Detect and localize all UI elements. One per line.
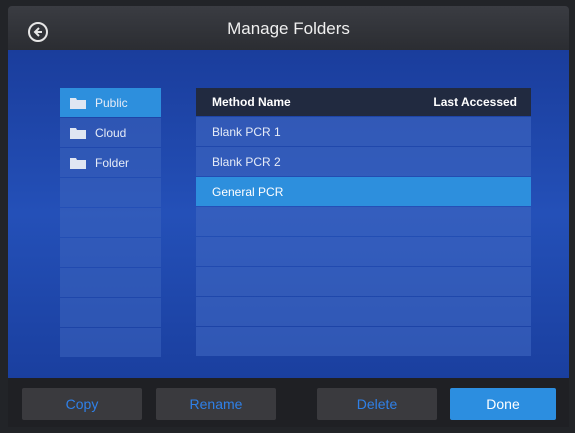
folder-item-label: Folder [95,155,130,170]
folder-icon [70,157,86,169]
table-row[interactable] [196,327,531,356]
table-row[interactable] [196,267,531,296]
folder-item-label: Public [95,95,128,110]
table-row-selected[interactable]: General PCR [196,177,531,206]
footer-toolbar: Copy Rename Delete Done [8,378,569,427]
folder-item-empty[interactable] [60,328,161,357]
rename-button[interactable]: Rename [156,388,276,420]
column-header-method-name[interactable]: Method Name [212,95,291,109]
folder-item-empty[interactable] [60,238,161,267]
method-table: Method Name Last Accessed Blank PCR 1 Bl… [196,88,531,356]
table-row[interactable] [196,297,531,326]
folder-item-empty[interactable] [60,268,161,297]
main-panel: Public Cloud Folder Method Name Last Acc… [8,50,569,378]
folder-item-public[interactable]: Public [60,88,161,117]
folder-item-empty[interactable] [60,298,161,327]
done-button[interactable]: Done [450,388,556,420]
folder-item-empty[interactable] [60,178,161,207]
folder-icon [70,97,86,109]
folder-item-empty[interactable] [60,208,161,237]
table-row[interactable] [196,207,531,236]
folder-item-cloud[interactable]: Cloud [60,118,161,147]
page-title: Manage Folders [227,19,350,38]
header-bar: Manage Folders [8,6,569,50]
table-header: Method Name Last Accessed [196,88,531,116]
folder-item-folder[interactable]: Folder [60,148,161,177]
column-header-last-accessed[interactable]: Last Accessed [433,95,517,109]
folder-item-label: Cloud [95,125,127,140]
folder-icon [70,127,86,139]
table-row[interactable] [196,237,531,266]
table-row[interactable]: Blank PCR 1 [196,117,531,146]
delete-button[interactable]: Delete [317,388,437,420]
copy-button[interactable]: Copy [22,388,142,420]
table-row[interactable]: Blank PCR 2 [196,147,531,176]
folder-list: Public Cloud Folder [60,88,161,358]
app-window: Manage Folders Public Cloud Folder Metho… [0,0,575,433]
